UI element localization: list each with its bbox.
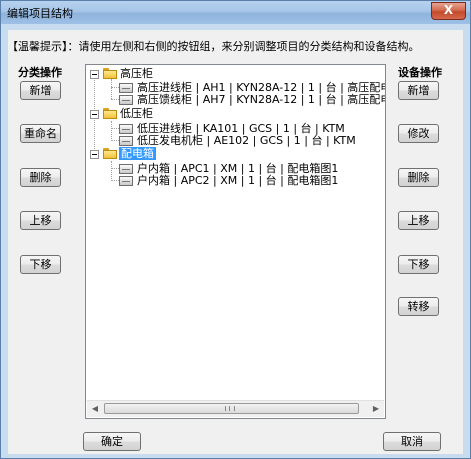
- scroll-left-icon[interactable]: ◀: [87, 401, 103, 417]
- folder-icon: [103, 68, 117, 79]
- ok-button[interactable]: 确定: [83, 432, 141, 451]
- tree-line: [111, 161, 112, 181]
- device-icon: [119, 95, 133, 105]
- tree-category-node[interactable]: 高压柜: [120, 67, 153, 80]
- tree-line: [111, 168, 119, 169]
- category-move-up-button[interactable]: 上移: [20, 211, 61, 230]
- tree-line: [111, 121, 112, 141]
- device-ops-label: 设备操作: [398, 66, 442, 79]
- horizontal-scrollbar[interactable]: ◀ ▶: [87, 400, 384, 417]
- tree-line: [111, 128, 119, 129]
- collapse-toggle-icon[interactable]: [90, 110, 99, 119]
- tree-category-node-selected[interactable]: 配电箱: [119, 147, 156, 160]
- scroll-thumb[interactable]: [104, 403, 359, 414]
- category-delete-button[interactable]: 删除: [20, 168, 61, 187]
- device-move-down-button[interactable]: 下移: [398, 255, 439, 274]
- collapse-toggle-icon[interactable]: [90, 70, 99, 79]
- title-bar[interactable]: 编辑项目结构 X: [1, 1, 470, 24]
- close-button[interactable]: X: [431, 2, 466, 20]
- tree-category-node[interactable]: 低压柜: [120, 107, 153, 120]
- tree-device-node[interactable]: 低压发电机柜 | AE102 | GCS | 1 | 台 | KTM: [137, 134, 356, 147]
- tree-line: [111, 99, 119, 100]
- tree-device-node[interactable]: 高压馈线柜 | AH7 | KYN28A-12 | 1 | 台 | 高压配电: [137, 93, 385, 106]
- device-icon: [119, 176, 133, 186]
- folder-icon: [103, 108, 117, 119]
- cancel-button[interactable]: 取消: [383, 432, 441, 451]
- selected-node-label: 配电箱: [119, 147, 156, 160]
- device-icon: [119, 136, 133, 146]
- category-rename-button[interactable]: 重命名: [20, 124, 61, 143]
- collapse-toggle-icon[interactable]: [90, 150, 99, 159]
- tree-line: [111, 140, 119, 141]
- device-add-button[interactable]: 新增: [398, 81, 439, 100]
- window-title: 编辑项目结构: [7, 7, 73, 20]
- project-tree[interactable]: 高压柜 高压进线柜 | AH1 | KYN28A-12 | 1 | 台 | 高压…: [85, 64, 386, 419]
- category-move-down-button[interactable]: 下移: [20, 255, 61, 274]
- category-add-button[interactable]: 新增: [20, 81, 61, 100]
- tree-device-node[interactable]: 户内箱 | APC2 | XM | 1 | 台 | 配电箱图1: [137, 174, 338, 187]
- device-transfer-button[interactable]: 转移: [398, 297, 439, 316]
- device-icon: [119, 164, 133, 174]
- folder-icon: [103, 148, 117, 159]
- device-move-up-button[interactable]: 上移: [398, 211, 439, 230]
- device-edit-button[interactable]: 修改: [398, 124, 439, 143]
- device-delete-button[interactable]: 删除: [398, 168, 439, 187]
- device-icon: [119, 83, 133, 93]
- scroll-right-icon[interactable]: ▶: [368, 401, 384, 417]
- tree-line: [111, 180, 119, 181]
- hint-text: 【温馨提示】：请使用左侧和右侧的按钮组，来分别调整项目的分类结构和设备结构。: [7, 40, 420, 53]
- tree-line: [111, 79, 112, 99]
- device-icon: [119, 124, 133, 134]
- category-ops-label: 分类操作: [18, 66, 62, 79]
- grip-icon: [225, 406, 235, 411]
- tree-line: [111, 87, 119, 88]
